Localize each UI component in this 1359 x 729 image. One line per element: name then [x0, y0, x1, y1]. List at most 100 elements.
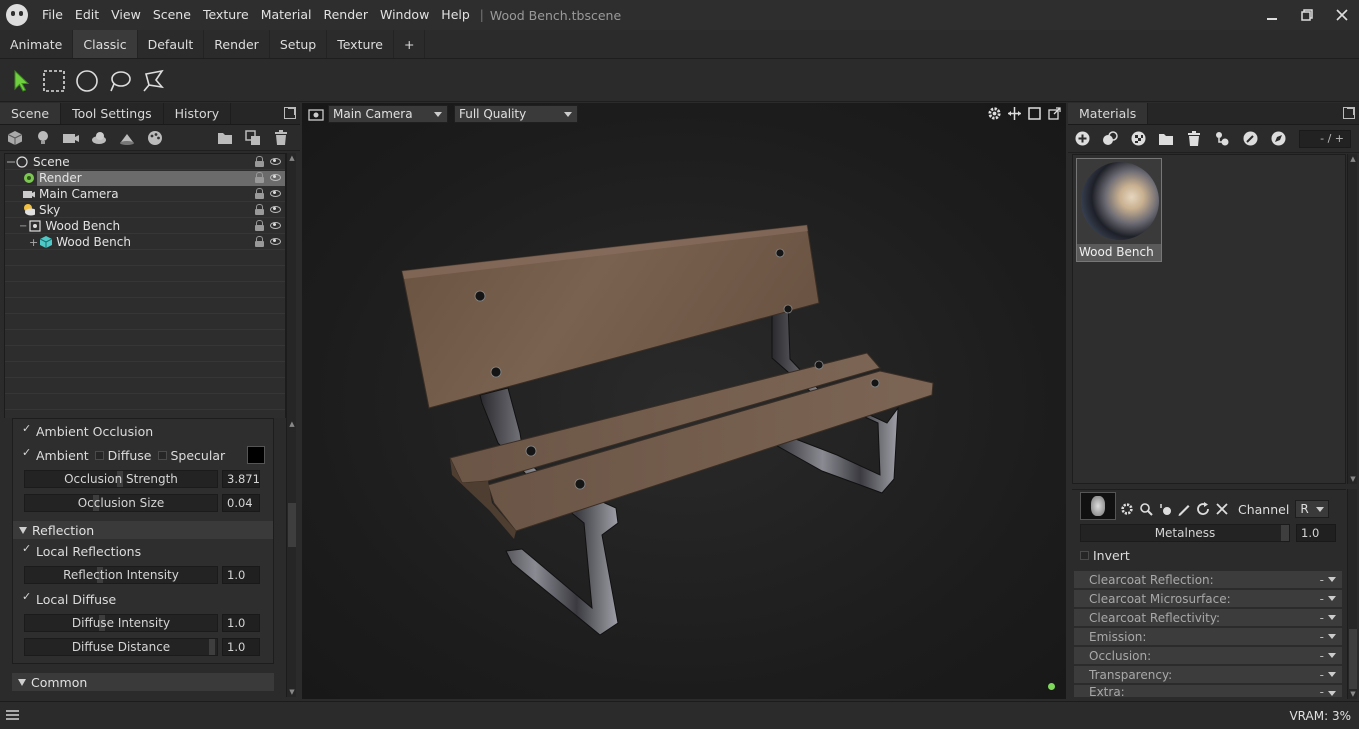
clearcoat-reflection-row[interactable]: Clearcoat Reflection: -	[1074, 571, 1342, 588]
map-picker-button[interactable]	[1158, 502, 1172, 516]
transparency-row[interactable]: Transparency: -	[1074, 666, 1342, 683]
layout-tab-default[interactable]: Default	[138, 30, 205, 58]
emission-row[interactable]: Emission: -	[1074, 628, 1342, 645]
menu-scene[interactable]: Scene	[147, 0, 197, 30]
lock-icon[interactable]	[255, 236, 264, 247]
metalness-slider[interactable]: Metalness	[1080, 524, 1290, 542]
menu-view[interactable]: View	[105, 0, 147, 30]
tree-row-wood-bench-mesh[interactable]: + Wood Bench	[5, 234, 285, 250]
menu-texture[interactable]: Texture	[197, 0, 255, 30]
collapse-icon[interactable]: −	[19, 221, 27, 232]
app-logo-icon[interactable]	[6, 4, 28, 26]
tree-row-main-camera[interactable]: Main Camera	[5, 186, 285, 202]
new-material-button[interactable]	[1074, 131, 1090, 147]
occlusion-strength-slider[interactable]: Occlusion Strength	[24, 470, 218, 488]
polygon-select-button[interactable]	[138, 66, 168, 96]
add-shadow-catcher-button[interactable]	[118, 129, 136, 147]
lock-icon[interactable]	[255, 156, 264, 167]
menu-edit[interactable]: Edit	[69, 0, 105, 30]
delete-button[interactable]	[272, 129, 290, 147]
diffuse-checkbox[interactable]	[94, 450, 104, 460]
material-thumbnail-wood-bench[interactable]: Wood Bench	[1076, 158, 1162, 262]
occlusion-size-slider[interactable]: Occlusion Size	[24, 494, 218, 512]
eye-icon[interactable]	[270, 174, 281, 181]
restore-button[interactable]	[1289, 0, 1324, 30]
duplicate-material-button[interactable]	[1102, 131, 1118, 147]
lock-icon[interactable]	[255, 188, 264, 199]
add-object-button[interactable]	[6, 129, 24, 147]
lasso-select-button[interactable]	[105, 66, 135, 96]
occlusion-size-input[interactable]: 0.04	[222, 494, 260, 512]
eye-icon[interactable]	[270, 190, 281, 197]
assign-material-button[interactable]	[1214, 131, 1230, 147]
layout-tab-animate[interactable]: Animate	[0, 30, 74, 58]
3d-viewport[interactable]: Main Camera Full Quality	[302, 103, 1066, 699]
close-button[interactable]	[1324, 0, 1359, 30]
tab-materials[interactable]: Materials	[1068, 103, 1149, 124]
tree-row-render[interactable]: Render	[5, 170, 285, 186]
invert-checkbox[interactable]	[1080, 550, 1089, 560]
properties-scrollbar[interactable]: ▲ ▼	[286, 419, 296, 697]
new-group-button[interactable]	[216, 129, 234, 147]
add-camera-button[interactable]	[62, 129, 80, 147]
reflection-intensity-input[interactable]: 1.0	[222, 566, 260, 584]
checkbox-icon[interactable]	[22, 542, 33, 556]
invert-toggle[interactable]: Invert	[1080, 546, 1130, 564]
menu-file[interactable]: File	[36, 0, 69, 30]
map-reload-button[interactable]	[1196, 502, 1210, 516]
add-sky-button[interactable]	[90, 129, 108, 147]
diffuse-intensity-input[interactable]: 1.0	[222, 614, 260, 632]
metalness-map-thumbnail[interactable]	[1080, 492, 1116, 520]
ambient-color-swatch[interactable]	[247, 446, 265, 464]
undock-icon[interactable]	[1343, 107, 1355, 119]
tree-row-scene[interactable]: Scene	[5, 154, 285, 170]
tree-row-sky[interactable]: Sky	[5, 202, 285, 218]
material-properties-scrollbar[interactable]: ▼	[1347, 489, 1357, 699]
diffuse-distance-input[interactable]: 1.0	[222, 638, 260, 656]
add-light-button[interactable]	[34, 129, 52, 147]
open-material-button[interactable]	[1158, 131, 1174, 147]
add-layout-button[interactable]: +	[394, 30, 426, 58]
delete-material-button[interactable]	[1186, 130, 1202, 147]
local-reflections-toggle[interactable]: Local Reflections	[13, 539, 273, 563]
undock-icon[interactable]	[284, 107, 296, 119]
material-grid-scrollbar[interactable]: ▲ ▼	[1347, 154, 1357, 484]
circle-select-button[interactable]	[72, 66, 102, 96]
tab-tool-settings[interactable]: Tool Settings	[61, 103, 164, 124]
menu-material[interactable]: Material	[255, 0, 318, 30]
eye-icon[interactable]	[270, 206, 281, 213]
layout-tab-render[interactable]: Render	[204, 30, 270, 58]
map-remove-button[interactable]	[1215, 502, 1229, 516]
clearcoat-microsurface-row[interactable]: Clearcoat Microsurface: -	[1074, 590, 1342, 607]
common-section-header[interactable]: Common	[12, 673, 274, 691]
local-diffuse-toggle[interactable]: Local Diffuse	[13, 587, 273, 611]
lock-icon[interactable]	[255, 220, 264, 231]
diffuse-distance-slider[interactable]: Diffuse Distance	[24, 638, 218, 656]
tab-scene[interactable]: Scene	[0, 103, 62, 124]
layout-tab-setup[interactable]: Setup	[270, 30, 328, 58]
menu-window[interactable]: Window	[374, 0, 435, 30]
lock-icon[interactable]	[255, 172, 264, 183]
reflection-intensity-slider[interactable]: Reflection Intensity	[24, 566, 218, 584]
ambient-occlusion-toggle[interactable]: Ambient Occlusion	[13, 419, 273, 443]
map-paint-button[interactable]	[1177, 502, 1191, 516]
specular-checkbox[interactable]	[157, 450, 167, 460]
checkbox-icon[interactable]	[22, 590, 33, 604]
rectangle-select-button[interactable]	[39, 66, 69, 96]
log-list-icon[interactable]	[6, 710, 19, 720]
occlusion-strength-input[interactable]: 3.871	[222, 470, 260, 488]
select-tool-button[interactable]	[6, 66, 36, 96]
map-zoom-button[interactable]	[1139, 502, 1153, 516]
clearcoat-reflectivity-row[interactable]: Clearcoat Reflectivity: -	[1074, 609, 1342, 626]
eye-icon[interactable]	[270, 238, 281, 245]
diffuse-intensity-slider[interactable]: Diffuse Intensity	[24, 614, 218, 632]
extra-row[interactable]: Extra: -	[1074, 685, 1342, 697]
export-material-button[interactable]	[1270, 131, 1286, 147]
duplicate-button[interactable]	[244, 129, 262, 147]
minimize-button[interactable]	[1254, 0, 1289, 30]
menu-help[interactable]: Help	[435, 0, 476, 30]
pick-material-button[interactable]	[1242, 131, 1258, 147]
metalness-input[interactable]: 1.0	[1296, 524, 1336, 542]
eye-icon[interactable]	[270, 158, 281, 165]
layout-tab-texture[interactable]: Texture	[327, 30, 394, 58]
